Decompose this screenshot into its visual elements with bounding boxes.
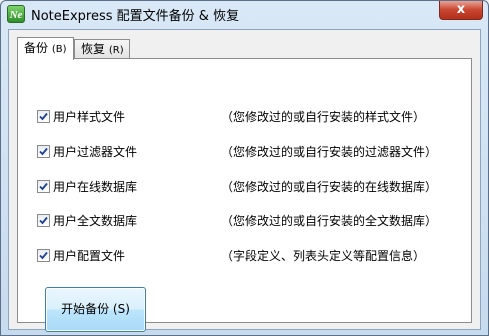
user-config-checkbox[interactable] xyxy=(37,249,50,262)
option-description: （字段定义、列表头定义等配置信息） xyxy=(221,249,426,263)
option-label: 用户过滤器文件 xyxy=(53,145,138,159)
option-user-styles[interactable]: 用户样式文件 （您修改过的或自行安装的样式文件） xyxy=(37,109,467,125)
option-user-filters[interactable]: 用户过滤器文件 （您修改过的或自行安装的过滤器文件） xyxy=(37,144,467,160)
checkmark-icon xyxy=(39,182,48,191)
option-label: 用户全文数据库 xyxy=(53,214,138,228)
tab-backup-label: 备份 xyxy=(24,41,49,55)
tab-restore[interactable]: 恢复 (R) xyxy=(74,39,130,58)
option-description: （您修改过的或自行安装的全文数据库） xyxy=(221,214,438,228)
noteexpress-app-icon: Ne xyxy=(7,5,25,23)
close-icon: x xyxy=(456,2,466,17)
option-description: （您修改过的或自行安装的在线数据库） xyxy=(221,180,438,194)
tab-restore-label: 恢复 xyxy=(81,42,106,56)
start-backup-button[interactable]: 开始备份 (S) xyxy=(45,287,146,332)
option-label: 用户样式文件 xyxy=(53,110,126,124)
option-online-databases[interactable]: 用户在线数据库 （您修改过的或自行安装的在线数据库） xyxy=(37,179,467,195)
user-styles-checkbox[interactable] xyxy=(37,110,50,123)
tab-restore-shortcut: (R) xyxy=(108,45,124,56)
window-title: NoteExpress 配置文件备份 & 恢复 xyxy=(31,9,240,24)
option-label: 用户在线数据库 xyxy=(53,180,138,194)
option-description: （您修改过的或自行安装的样式文件） xyxy=(221,110,426,124)
option-user-config[interactable]: 用户配置文件 （字段定义、列表头定义等配置信息） xyxy=(37,248,467,264)
backup-restore-window: Ne NoteExpress 配置文件备份 & 恢复 x 备份 (B) 恢复 (… xyxy=(0,0,489,336)
option-label: 用户配置文件 xyxy=(53,249,126,263)
dialog-body: 备份 (B) 恢复 (R) 用户样式文件 （您修改过的或自行安装的样式文件） 用 xyxy=(8,29,481,332)
backup-tab-panel: 用户样式文件 （您修改过的或自行安装的样式文件） 用户过滤器文件 （您修改过的或… xyxy=(17,58,472,332)
option-fulltext-databases[interactable]: 用户全文数据库 （您修改过的或自行安装的全文数据库） xyxy=(37,213,467,229)
checkmark-icon xyxy=(39,251,48,260)
tab-backup[interactable]: 备份 (B) xyxy=(17,37,74,60)
checkmark-icon xyxy=(39,112,48,121)
checkmark-icon xyxy=(39,147,48,156)
user-filters-checkbox[interactable] xyxy=(37,145,50,158)
checkmark-icon xyxy=(39,216,48,225)
fulltext-databases-checkbox[interactable] xyxy=(37,214,50,227)
option-description: （您修改过的或自行安装的过滤器文件） xyxy=(221,145,438,159)
tab-backup-shortcut: (B) xyxy=(51,44,67,55)
title-bar[interactable]: Ne NoteExpress 配置文件备份 & 恢复 x xyxy=(1,1,488,27)
online-databases-checkbox[interactable] xyxy=(37,180,50,193)
close-button[interactable]: x xyxy=(439,1,483,20)
